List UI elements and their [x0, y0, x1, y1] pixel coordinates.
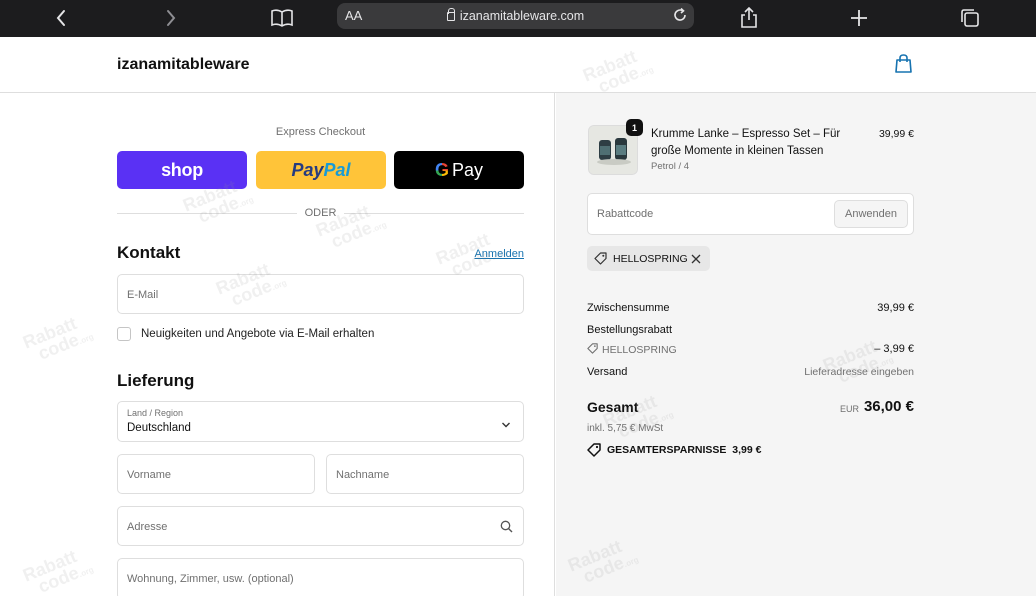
product-name: Krumme Lanke – Espresso Set – Für große …	[651, 128, 841, 157]
delivery-heading: Lieferung	[117, 371, 195, 390]
address-bar[interactable]: AA izanamitableware.com	[337, 3, 694, 29]
subtotal-label: Zwischensumme	[587, 302, 670, 314]
lock-icon	[446, 8, 455, 21]
watermark-suffix: .org	[490, 248, 508, 263]
url-display: izanamitableware.com	[337, 8, 694, 23]
paypal-logo-part1: Pay	[291, 159, 324, 180]
watermark-suffix: .org	[237, 195, 255, 210]
savings-text: GESAMTERSPARNISSE 3,99 €	[607, 444, 761, 456]
quantity-badge: 1	[626, 119, 643, 136]
discount-tag-icon	[587, 343, 598, 354]
discount-code-field[interactable]: Rabattcode Anwenden	[587, 193, 914, 235]
savings-tag-icon	[587, 443, 602, 462]
paypal-button[interactable]: Pay Pal	[256, 151, 386, 189]
country-label: Land / Region	[127, 408, 184, 418]
order-summary: 1 Krumme Lanke – Espresso Set – Für groß…	[556, 93, 1036, 596]
subtotal-row: Zwischensumme 39,99 €	[587, 302, 914, 314]
applied-code-chip: HELLOSPRING	[587, 246, 710, 271]
url-text: izanamitableware.com	[459, 9, 585, 23]
search-icon	[500, 520, 513, 538]
shipping-label: Versand	[587, 366, 628, 378]
watermark-suffix: .org	[370, 220, 388, 235]
watermark-suffix: .org	[637, 65, 655, 80]
watermark-suffix: .org	[77, 332, 95, 347]
tabs-overview-icon[interactable]	[957, 5, 983, 31]
watermark-suffix: .org	[877, 355, 895, 370]
paypal-logo-part2: Pal	[323, 159, 351, 180]
savings-value: 3,99 €	[732, 444, 762, 456]
total-currency: EUR	[840, 404, 860, 414]
bookmarks-icon[interactable]	[269, 5, 295, 31]
back-icon[interactable]	[48, 5, 74, 31]
discount-detail: HELLOSPRING	[587, 343, 677, 356]
shop-logo-text[interactable]: izanamitableware	[117, 56, 250, 74]
address-field[interactable]: Adresse	[117, 506, 524, 546]
country-select[interactable]: Land / Region Deutschland	[117, 401, 524, 442]
shopping-bag-icon[interactable]	[894, 54, 913, 79]
subtotal-value: 39,99 €	[877, 302, 914, 314]
discount-placeholder: Rabattcode	[597, 208, 654, 220]
address-placeholder: Adresse	[127, 521, 168, 533]
remove-code-icon[interactable]	[690, 252, 702, 270]
first-name-placeholder: Vorname	[127, 469, 172, 481]
share-icon[interactable]	[736, 5, 762, 31]
google-g-icon: G	[434, 159, 449, 180]
watermark-suffix: .org	[657, 410, 675, 425]
chevron-down-icon	[501, 416, 511, 434]
apartment-placeholder: Wohnung, Zimmer, usw. (optional)	[127, 573, 294, 585]
apply-discount-button[interactable]: Anwenden	[834, 200, 908, 228]
email-placeholder: E-Mail	[127, 289, 159, 301]
browser-toolbar: AA izanamitableware.com	[0, 0, 1036, 37]
first-name-field[interactable]: Vorname	[117, 454, 315, 494]
shop-header: izanamitableware	[0, 37, 1036, 93]
apartment-field[interactable]: Wohnung, Zimmer, usw. (optional)	[117, 558, 524, 596]
order-discount-row: Bestellungsrabatt	[587, 324, 914, 336]
tag-icon	[594, 252, 607, 270]
email-field[interactable]: E-Mail	[117, 274, 524, 314]
watermark-suffix: .org	[77, 565, 95, 580]
order-discount-code: HELLOSPRING	[602, 344, 677, 356]
newsletter-checkbox[interactable]	[117, 327, 131, 341]
product-price: 39,99 €	[878, 128, 914, 140]
reload-icon[interactable]	[672, 7, 688, 28]
newsletter-label: Neuigkeiten und Angebote via E-Mail erha…	[141, 328, 375, 340]
last-name-placeholder: Nachname	[336, 469, 390, 481]
country-value: Deutschland	[127, 422, 191, 434]
savings-label: GESAMTERSPARNISSE	[607, 444, 727, 456]
express-checkout-label: Express Checkout	[275, 126, 366, 138]
watermark-suffix: .org	[622, 555, 640, 570]
product-variant: Petrol / 4	[651, 161, 690, 172]
google-pay-button[interactable]: G Pay	[394, 151, 524, 189]
total-value: 36,00 €	[863, 398, 914, 415]
forward-icon[interactable]	[158, 5, 184, 31]
order-discount-label: Bestellungsrabatt	[587, 324, 672, 336]
google-pay-label: Pay	[451, 159, 484, 180]
watermark-suffix: .org	[270, 278, 288, 293]
new-tab-icon[interactable]	[846, 5, 872, 31]
last-name-field[interactable]: Nachname	[326, 454, 524, 494]
applied-code-text: HELLOSPRING	[613, 253, 688, 265]
contact-heading: Kontakt	[117, 243, 181, 262]
